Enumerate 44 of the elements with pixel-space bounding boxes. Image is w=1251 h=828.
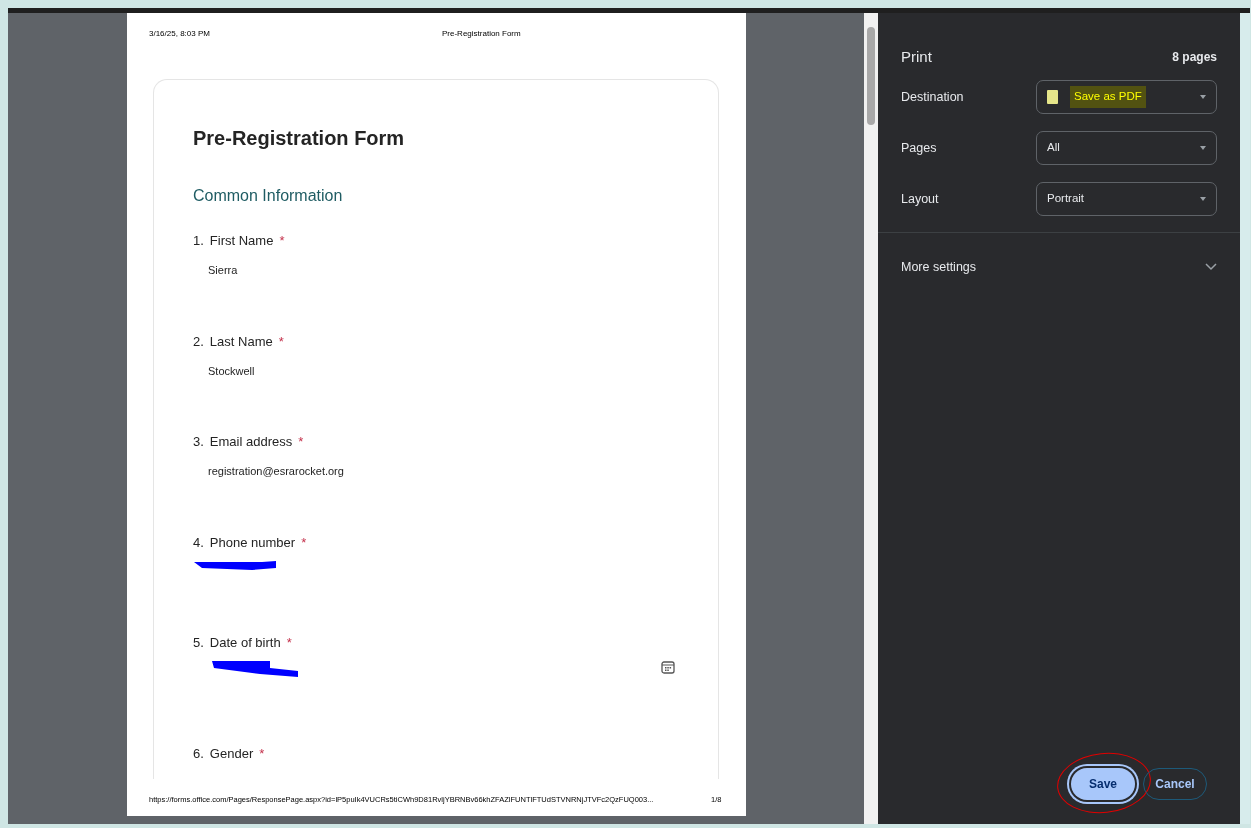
answer-text: Stockwell <box>208 363 255 379</box>
answer-text: Sierra <box>208 263 238 278</box>
question-label: Phone number <box>209 533 296 552</box>
dropdown-value: All <box>1047 140 1060 156</box>
setting-label: Destination <box>901 88 964 106</box>
document-icon <box>1047 90 1058 104</box>
required-mark: * <box>279 232 285 250</box>
required-mark: * <box>259 744 265 763</box>
question-number: 1. <box>193 232 204 250</box>
question-label: Date of birth <box>209 634 281 652</box>
panel-title: Print <box>901 46 932 67</box>
setting-label: Pages <box>901 139 937 157</box>
chevron-icon <box>1205 263 1217 271</box>
more-settings-row[interactable]: More settings <box>878 233 1240 301</box>
setting-dropdown[interactable]: All <box>1036 131 1217 165</box>
question-number: 2. <box>193 332 204 351</box>
setting-dropdown[interactable]: Portrait <box>1036 182 1217 216</box>
dropdown-caret-icon <box>1200 95 1206 99</box>
dropdown-caret-icon <box>1200 146 1206 150</box>
required-mark: * <box>278 332 284 351</box>
print-header-title: Pre-Registration Form <box>442 28 521 40</box>
calendar-icon[interactable] <box>661 661 675 674</box>
page-count: 8 pages <box>1172 49 1217 66</box>
setting-label: Layout <box>901 190 939 208</box>
required-mark: * <box>301 533 307 552</box>
question-label: Last Name <box>209 332 273 351</box>
dropdown-caret-icon <box>1200 197 1206 201</box>
print-header-date: 3/16/25, 8:03 PM <box>149 28 210 40</box>
question-label: Gender <box>209 744 254 763</box>
question-label: Email address <box>209 433 293 451</box>
required-mark: * <box>286 634 292 652</box>
setting-dropdown[interactable]: Save as PDF <box>1036 80 1217 114</box>
answer-text: registration@esrarocket.org <box>208 464 344 479</box>
dropdown-value: Portrait <box>1047 191 1085 207</box>
question-number: 3. <box>193 433 204 451</box>
question-number: 5. <box>193 634 204 652</box>
question-number: 6. <box>193 744 204 763</box>
form-title: Pre-Registration Form <box>193 126 405 151</box>
question-number: 4. <box>193 533 204 552</box>
required-mark: * <box>298 433 304 451</box>
question-label: First Name <box>209 232 274 250</box>
section-heading: Common Information <box>193 186 343 206</box>
scrollbar[interactable] <box>864 13 878 824</box>
highlighted-text: Save as PDF <box>1070 86 1146 108</box>
